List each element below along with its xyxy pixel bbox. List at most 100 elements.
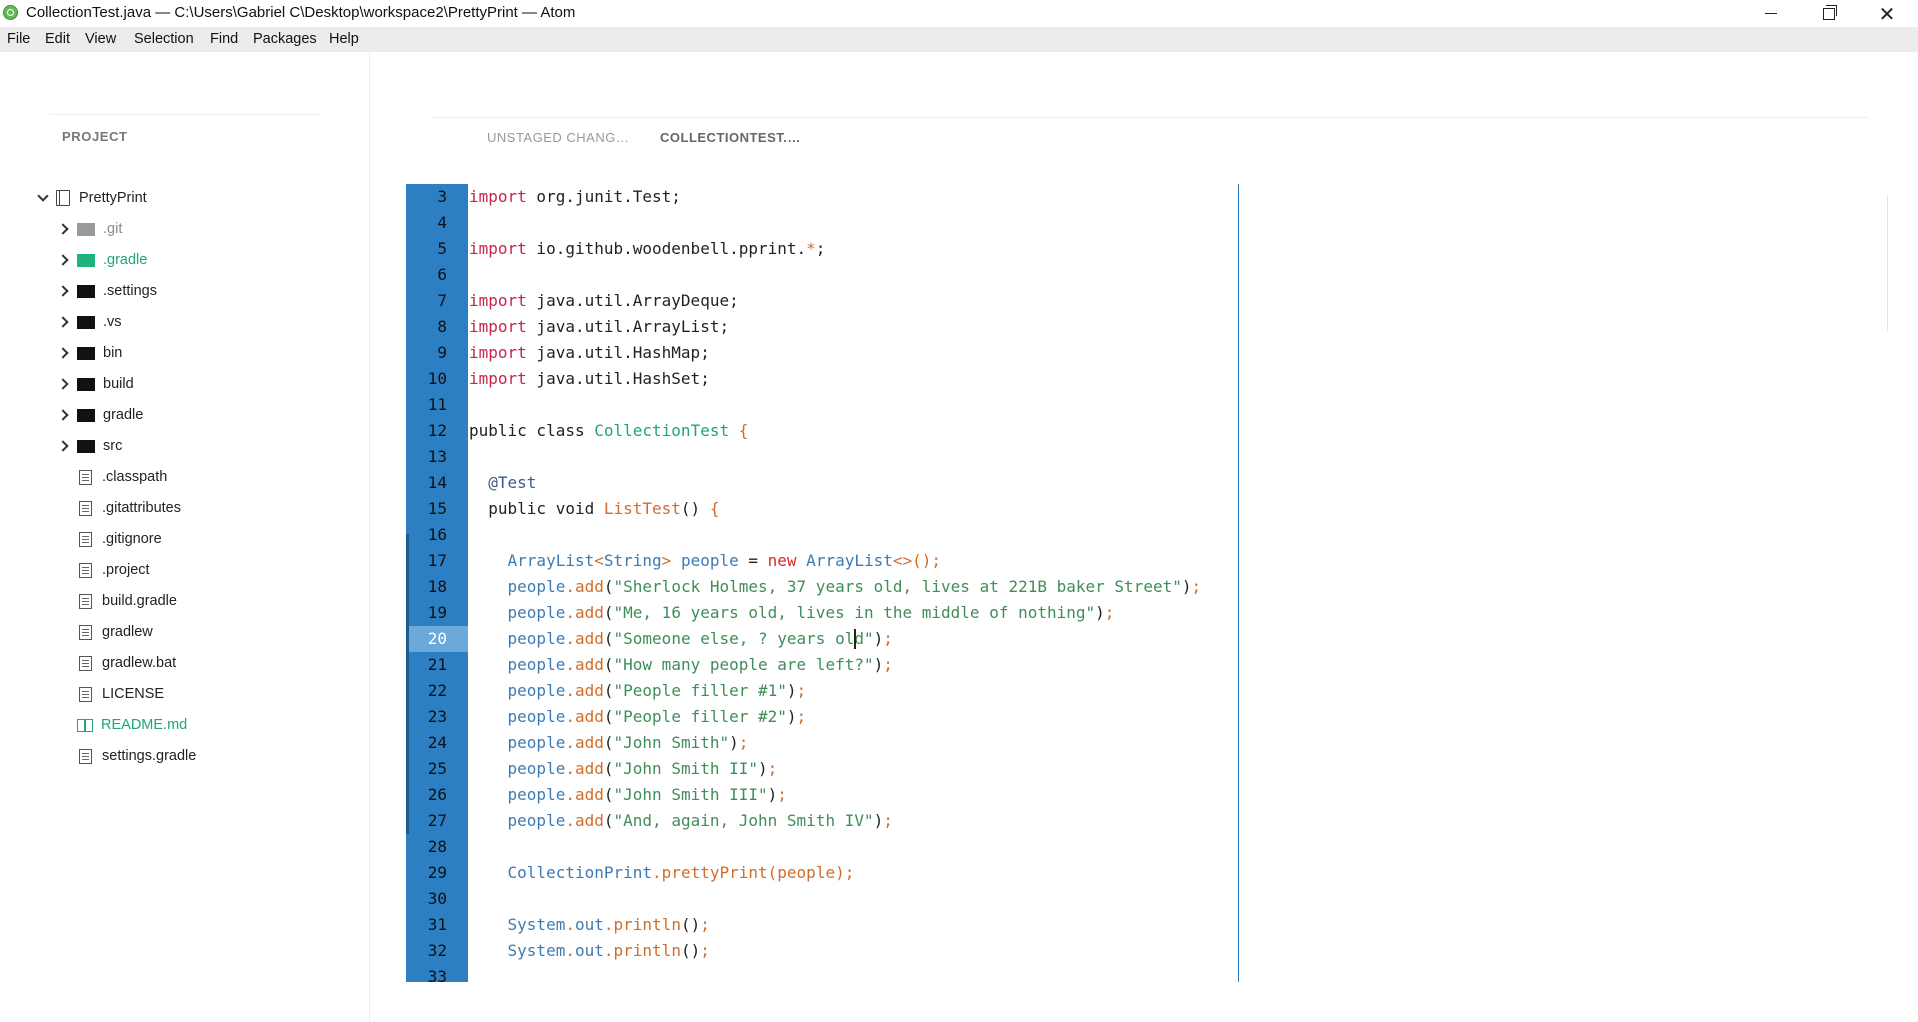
code-line[interactable]: people.add("How many people are left?"); <box>469 652 893 678</box>
line-number[interactable]: 5 <box>406 236 468 262</box>
menu-help[interactable]: Help <box>329 31 359 47</box>
tree-item-dot-gitignore[interactable]: .gitignore <box>57 527 162 551</box>
line-number[interactable]: 6 <box>406 262 468 288</box>
code-line[interactable]: people.add("John Smith III"); <box>469 782 787 808</box>
code-token: () <box>680 941 701 960</box>
tree-item-dot-project[interactable]: .project <box>57 558 150 582</box>
line-number[interactable]: 18 <box>406 574 468 600</box>
tree-item-dot-gitattributes[interactable]: .gitattributes <box>57 496 181 520</box>
menu-selection[interactable]: Selection <box>134 31 194 47</box>
code-line[interactable]: import java.util.HashSet; <box>469 366 710 392</box>
menu-find[interactable]: Find <box>210 31 238 47</box>
line-number[interactable]: 26 <box>406 782 468 808</box>
tab-unstaged-changes[interactable]: UNSTAGED CHANG… <box>487 130 629 145</box>
line-number[interactable]: 9 <box>406 340 468 366</box>
chevron-down-icon[interactable] <box>36 192 48 204</box>
code-line[interactable]: people.add("John Smith II"); <box>469 756 778 782</box>
tree-item-gradlew[interactable]: gradlew <box>57 620 153 644</box>
vertical-scrollbar[interactable] <box>1887 196 1888 331</box>
chevron-right-icon[interactable] <box>57 316 69 328</box>
tree-item-label: build <box>103 376 134 392</box>
line-number[interactable]: 33 <box>406 964 468 982</box>
line-number[interactable]: 30 <box>406 886 468 912</box>
line-number[interactable]: 14 <box>406 470 468 496</box>
code-line[interactable]: System.out.println(); <box>469 912 710 938</box>
line-number[interactable]: 16 <box>406 522 468 548</box>
tree-item-readme-md[interactable]: README.md <box>57 713 187 737</box>
line-number[interactable]: 20 <box>406 626 468 652</box>
code-line[interactable]: people.add("And, again, John Smith IV"); <box>469 808 893 834</box>
code-line[interactable]: people.add("Someone else, ? years old"); <box>469 626 893 652</box>
tree-item-gradlew-bat[interactable]: gradlew.bat <box>57 651 176 675</box>
line-number[interactable]: 13 <box>406 444 468 470</box>
menu-file[interactable]: File <box>7 31 30 47</box>
line-number[interactable]: 22 <box>406 678 468 704</box>
line-number[interactable]: 28 <box>406 834 468 860</box>
tree-item-dot-gradle[interactable]: .gradle <box>57 248 147 272</box>
tree-root-prettyprint[interactable]: PrettyPrint <box>36 186 147 210</box>
code-line[interactable]: CollectionPrint.prettyPrint(people); <box>469 860 855 886</box>
line-number[interactable]: 27 <box>406 808 468 834</box>
line-number[interactable]: 8 <box>406 314 468 340</box>
line-number[interactable]: 3 <box>406 184 468 210</box>
line-number[interactable]: 32 <box>406 938 468 964</box>
line-number[interactable]: 23 <box>406 704 468 730</box>
line-number[interactable]: 10 <box>406 366 468 392</box>
code-line[interactable]: import io.github.woodenbell.pprint.*; <box>469 236 825 262</box>
line-number[interactable]: 31 <box>406 912 468 938</box>
tree-item-gradle[interactable]: gradle <box>57 403 143 427</box>
line-number-gutter[interactable]: 3 4 5 6 7 8 9 10 11 12 13 14 15 16 17 18 19 20 21 22 23 24 25 2… <box>406 184 468 982</box>
code-editor[interactable]: import org.junit.Test; import io.github.w… <box>469 184 1239 982</box>
code-line[interactable]: import java.util.ArrayList; <box>469 314 729 340</box>
tree-item-bin[interactable]: bin <box>57 341 122 365</box>
menu-edit[interactable]: Edit <box>45 31 70 47</box>
code-line[interactable]: people.add("Sherlock Holmes, 37 years ol… <box>469 574 1202 600</box>
tree-item-settings-gradle[interactable]: settings.gradle <box>57 744 196 768</box>
line-number[interactable]: 15 <box>406 496 468 522</box>
tree-item-src[interactable]: src <box>57 434 122 458</box>
line-number[interactable]: 12 <box>406 418 468 444</box>
code-line[interactable]: people.add("People filler #2"); <box>469 704 807 730</box>
chevron-right-icon[interactable] <box>57 223 69 235</box>
tree-item-license[interactable]: LICENSE <box>57 682 164 706</box>
code-line[interactable]: people.add("John Smith"); <box>469 730 749 756</box>
code-line[interactable]: System.out.println(); <box>469 938 710 964</box>
line-number[interactable]: 21 <box>406 652 468 678</box>
chevron-right-icon[interactable] <box>57 378 69 390</box>
chevron-right-icon[interactable] <box>57 440 69 452</box>
chevron-right-icon[interactable] <box>57 409 69 421</box>
chevron-right-icon[interactable] <box>57 285 69 297</box>
menu-packages[interactable]: Packages <box>253 31 317 47</box>
tab-collectiontest[interactable]: COLLECTIONTEST.… <box>660 130 801 145</box>
close-button[interactable]: ✕ <box>1858 0 1916 27</box>
code-line[interactable]: @Test <box>469 470 536 496</box>
line-number[interactable]: 17 <box>406 548 468 574</box>
code-line[interactable]: import org.junit.Test; <box>469 184 681 210</box>
chevron-right-icon[interactable] <box>57 254 69 266</box>
line-number[interactable]: 7 <box>406 288 468 314</box>
code-line[interactable]: people.add("Me, 16 years old, lives in t… <box>469 600 1115 626</box>
code-line[interactable]: public class CollectionTest { <box>469 418 748 444</box>
line-number[interactable]: 19 <box>406 600 468 626</box>
tree-item-dot-classpath[interactable]: .classpath <box>57 465 167 489</box>
code-token: ; <box>1104 603 1115 622</box>
line-number[interactable]: 25 <box>406 756 468 782</box>
code-line[interactable]: people.add("People filler #1"); <box>469 678 807 704</box>
menu-view[interactable]: View <box>85 31 116 47</box>
maximize-button[interactable] <box>1800 0 1858 27</box>
chevron-right-icon[interactable] <box>57 347 69 359</box>
tree-item-dot-git[interactable]: .git <box>57 217 122 241</box>
code-line[interactable]: ArrayList<String> people = new ArrayList… <box>469 548 942 574</box>
line-number[interactable]: 29 <box>406 860 468 886</box>
tree-item-dot-vs[interactable]: .vs <box>57 310 122 334</box>
code-line[interactable]: import java.util.HashMap; <box>469 340 710 366</box>
code-line[interactable]: public void ListTest() { <box>469 496 719 522</box>
line-number[interactable]: 24 <box>406 730 468 756</box>
line-number[interactable]: 11 <box>406 392 468 418</box>
tree-item-build[interactable]: build <box>57 372 134 396</box>
code-line[interactable]: import java.util.ArrayDeque; <box>469 288 739 314</box>
minimize-button[interactable] <box>1742 0 1800 27</box>
tree-item-build-gradle[interactable]: build.gradle <box>57 589 177 613</box>
tree-item-dot-settings[interactable]: .settings <box>57 279 157 303</box>
line-number[interactable]: 4 <box>406 210 468 236</box>
